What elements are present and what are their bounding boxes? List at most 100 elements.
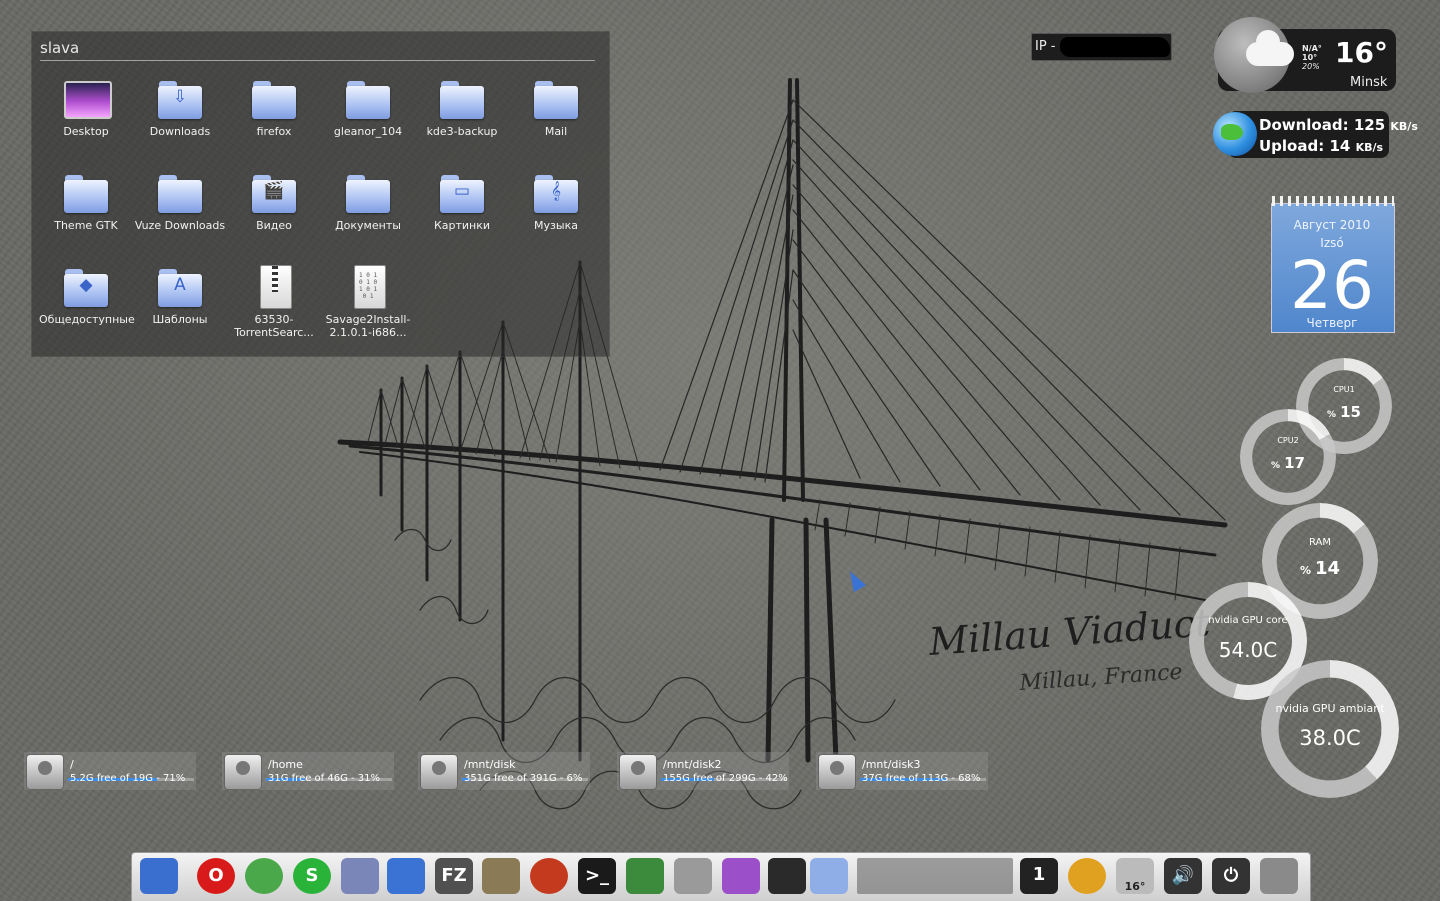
folder-item[interactable]: ◆ Общедоступные [39, 265, 135, 326]
download-value: 125 [1353, 116, 1386, 134]
wallpaper-viewer-icon[interactable] [720, 856, 762, 896]
dock-icon-glyph: O [208, 865, 224, 886]
folder-view-divider [40, 60, 595, 61]
weather-details: N/A° 10° 20% [1302, 44, 1322, 71]
gauge-number: 54.0C [1218, 638, 1278, 662]
hard-drive-icon [420, 754, 458, 790]
trash-icon[interactable] [1258, 856, 1300, 896]
disk-widget[interactable]: /mnt/disk3 37G free of 113G - 68% [816, 752, 988, 790]
dock-icon-shape: S [293, 858, 331, 894]
globe-icon [1213, 112, 1257, 156]
folder-item[interactable]: 🎬 Видео [227, 171, 321, 232]
folder-item[interactable]: gleanor_104 [321, 77, 415, 138]
folder-item[interactable]: A Шаблоны [133, 265, 227, 326]
folder-item[interactable]: Desktop [39, 77, 133, 138]
wallpaper-caption-2: Millau, France [1018, 660, 1184, 696]
folder-item-label: Картинки [433, 219, 491, 232]
folder-dock-icon[interactable] [808, 856, 850, 896]
gauge-label: nvidia GPU ambiant [1275, 702, 1385, 715]
network-globe-icon[interactable] [243, 856, 285, 896]
folder-icon [532, 77, 580, 121]
screenshot-tool-icon[interactable] [672, 856, 714, 896]
dock-icon-shape [140, 858, 178, 894]
folder-item[interactable]: Mail [509, 77, 603, 138]
dock-icon-shape: 1 [1020, 858, 1058, 894]
volume-icon[interactable]: 🔊 [1162, 856, 1204, 896]
dock-icon-shape [387, 858, 425, 894]
folder-item[interactable]: kde3-backup [415, 77, 509, 138]
download-unit: KB/s [1390, 120, 1418, 133]
disk-widget[interactable]: /home 31G free of 46G - 31% [222, 752, 394, 790]
folder-item[interactable]: Vuze Downloads [133, 171, 227, 232]
folder-icon [62, 171, 110, 215]
folder-item-label: Desktop [63, 125, 109, 138]
dock-icon-shape [245, 858, 283, 894]
folder-item-label: Theme GTK [54, 219, 118, 232]
hard-drive-icon [619, 754, 657, 790]
gauge-label: nvidia GPU core [1208, 615, 1288, 626]
workspace-number-icon[interactable]: 1 [1018, 856, 1060, 896]
folder-item[interactable]: 63530-TorrentSearc... [227, 265, 321, 339]
folder-item[interactable]: Theme GTK [39, 171, 133, 232]
gnome-foot-icon[interactable] [766, 856, 808, 896]
pidgin-bird-icon[interactable] [385, 856, 427, 896]
disk-mount-point: /mnt/disk [464, 758, 516, 771]
upload-label: Upload: [1259, 137, 1325, 155]
folder-item[interactable]: ⇩ Downloads [133, 77, 227, 138]
dock-icon-shape [626, 858, 664, 894]
zip-file-icon [250, 265, 298, 309]
skype-icon[interactable]: S [291, 856, 333, 896]
dock-icon-glyph: >_ [584, 865, 610, 886]
upload-rate: Upload: 14 KB/s [1259, 137, 1383, 155]
calendar-weekday: Четверг [1306, 316, 1358, 330]
folder-item-label: Savage2Install-2.1.0.1-i686... [325, 313, 411, 339]
gimp-icon[interactable] [480, 856, 522, 896]
folder-item-label: Музыка [534, 219, 578, 232]
clock-icon[interactable] [1066, 856, 1108, 896]
dock-icon-shape [722, 858, 760, 894]
public-folder-icon: ◆ [62, 265, 110, 309]
weather-condition: N/A° [1302, 44, 1322, 53]
gauge-number: 38.0C [1299, 726, 1361, 750]
upload-unit: KB/s [1355, 141, 1384, 154]
power-icon[interactable]: ⏻ [1210, 856, 1252, 896]
weather-city: Minsk [1350, 75, 1388, 90]
dock-icon-glyph: FZ [441, 865, 467, 886]
folder-item-label: kde3-backup [426, 125, 498, 138]
dock-icon-shape: >_ [578, 858, 616, 894]
download-label: Download: [1259, 116, 1349, 134]
folder-item[interactable]: 1 0 10 1 01 0 10 1 Savage2Install-2.1.0.1… [321, 265, 415, 339]
folder-item[interactable]: ▭ Картинки [415, 171, 509, 232]
hard-drive-icon [26, 754, 64, 790]
ip-redacted [1060, 37, 1170, 57]
binary-file-icon: 1 0 10 1 01 0 10 1 [344, 265, 392, 309]
terminal-icon[interactable]: >_ [576, 856, 618, 896]
hard-drive-icon [224, 754, 262, 790]
disk-free-text: 155G free of 299G - 42% [663, 773, 788, 784]
folder-item[interactable]: firefox [227, 77, 321, 138]
thunderbird-mail-icon[interactable] [339, 856, 381, 896]
folder-view-widget[interactable]: slava Desktop ⇩ Downloads firefox gleanor_10… [31, 31, 610, 357]
disk-widget[interactable]: / 5.2G free of 19G - 71% [24, 752, 196, 790]
folder-icon [438, 77, 486, 121]
folder-icon [156, 171, 204, 215]
folder-icon [250, 77, 298, 121]
media-burner-icon[interactable] [528, 856, 570, 896]
templates-folder-icon: A [156, 265, 204, 309]
disk-widget[interactable]: /mnt/disk 351G free of 391G - 6% [418, 752, 590, 790]
folder-item-label: gleanor_104 [333, 125, 403, 138]
dock-icon-shape: O [197, 858, 235, 894]
folder-item[interactable]: Документы [321, 171, 415, 232]
dock-icon-shape [1260, 858, 1298, 894]
weather-tray-icon[interactable]: 16° [1114, 856, 1156, 896]
downloads-folder-icon: ⇩ [156, 77, 204, 121]
folder-item[interactable]: 𝄞 Музыка [509, 171, 603, 232]
disk-mount-point: / [70, 758, 74, 771]
image-viewer-icon[interactable] [624, 856, 666, 896]
disk-widget[interactable]: /mnt/disk2 155G free of 299G - 42% [617, 752, 789, 790]
pager-icon[interactable] [855, 856, 1015, 896]
show-desktop-icon[interactable] [138, 856, 180, 896]
opera-icon[interactable]: O [195, 856, 237, 896]
dock-icon-shape [1068, 858, 1106, 894]
filezilla-icon[interactable]: FZ [433, 856, 475, 896]
